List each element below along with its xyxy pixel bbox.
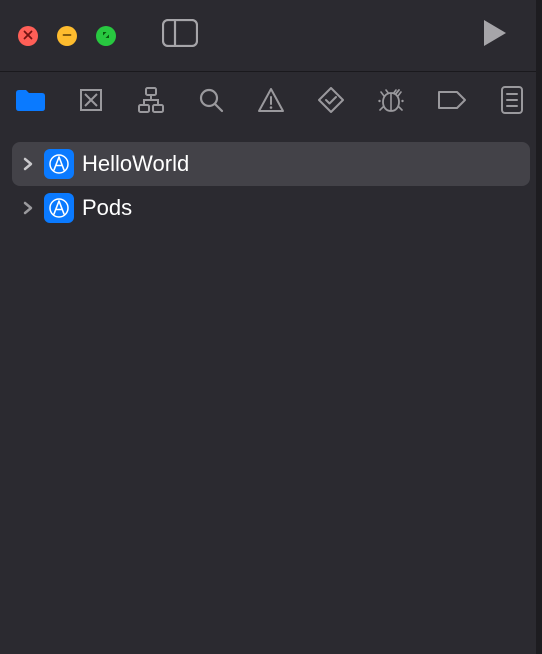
tree-row[interactable]: Pods [12,186,530,230]
disclosure-triangle[interactable] [20,201,36,215]
breakpoint-navigator-tab[interactable] [437,84,467,116]
source-control-icon [79,88,103,112]
xcode-project-icon [44,193,74,223]
tests-icon [318,87,344,113]
chevron-right-icon [23,201,33,215]
source-control-navigator-tab[interactable] [76,84,105,116]
folder-icon [15,89,45,111]
sidebar-toggle-button[interactable] [162,19,198,52]
reports-icon [501,86,523,114]
symbols-icon [138,87,164,113]
run-button[interactable] [482,18,508,53]
search-icon [198,87,224,113]
issue-navigator-tab[interactable] [256,84,285,116]
chevron-right-icon [23,157,33,171]
warning-icon [257,87,285,113]
disclosure-triangle[interactable] [20,157,36,171]
test-navigator-tab[interactable] [317,84,346,116]
navigator-tab-bar [0,72,542,128]
maximize-icon [101,30,111,42]
breakpoints-icon [437,90,467,110]
close-icon [23,30,33,42]
project-navigator-tab[interactable] [15,84,45,116]
project-navigator-tree: HelloWorld Pods [0,128,542,244]
traffic-lights [18,26,116,46]
symbols-navigator-tab[interactable] [136,84,165,116]
minimize-icon [62,30,72,42]
tree-row[interactable]: HelloWorld [12,142,530,186]
title-bar [0,0,542,72]
debug-navigator-tab[interactable] [377,84,406,116]
pane-divider[interactable] [536,0,542,654]
report-navigator-tab[interactable] [498,84,527,116]
tree-item-label: Pods [82,195,132,221]
debug-icon [377,86,405,114]
find-navigator-tab[interactable] [196,84,225,116]
xcode-project-icon [44,149,74,179]
sidebar-icon [162,19,198,47]
window-maximize-button[interactable] [96,26,116,46]
window-minimize-button[interactable] [57,26,77,46]
play-icon [482,18,508,48]
window-close-button[interactable] [18,26,38,46]
tree-item-label: HelloWorld [82,151,189,177]
